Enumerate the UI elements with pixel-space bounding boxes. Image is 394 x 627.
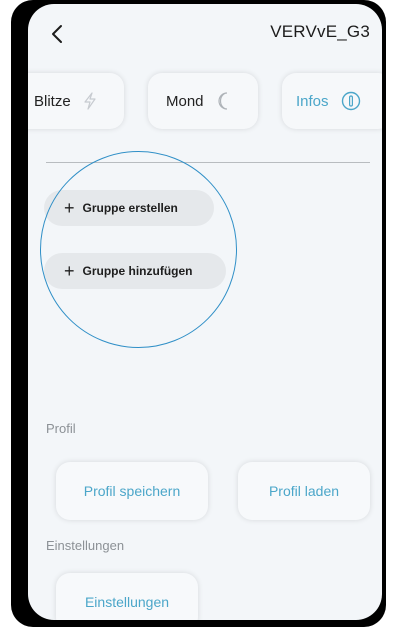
- tab-mond[interactable]: Mond: [148, 73, 258, 129]
- add-group-label: Gruppe hinzufügen: [82, 264, 193, 278]
- profile-section-label: Profil: [46, 421, 76, 436]
- save-profile-button[interactable]: Profil speichern: [56, 462, 208, 520]
- tab-label: Infos: [296, 92, 329, 110]
- app-screen: VERVvE_G3 Blitze Mond Infos + Gruppe ers…: [28, 4, 382, 620]
- tab-infos[interactable]: Infos: [282, 73, 382, 129]
- plus-icon: +: [64, 261, 75, 281]
- settings-button-label: Einstellungen: [84, 594, 170, 610]
- tab-label: Mond: [166, 92, 204, 110]
- create-group-label: Gruppe erstellen: [82, 201, 178, 215]
- add-group-button[interactable]: + Gruppe hinzufügen: [44, 253, 226, 289]
- chevron-left-icon: [52, 25, 62, 43]
- lightning-icon: [83, 92, 97, 110]
- load-profile-button[interactable]: Profil laden: [238, 462, 370, 520]
- info-icon: [341, 91, 361, 111]
- tab-label: Blitze: [34, 92, 71, 110]
- back-button[interactable]: [46, 22, 70, 46]
- divider: [46, 162, 370, 163]
- highlight-circle: [40, 151, 237, 348]
- load-profile-label: Profil laden: [268, 483, 340, 499]
- moon-icon: [216, 91, 232, 111]
- create-group-button[interactable]: + Gruppe erstellen: [44, 190, 214, 226]
- settings-section-label: Einstellungen: [46, 538, 125, 553]
- settings-button[interactable]: Einstellungen: [56, 573, 198, 620]
- tab-blitze[interactable]: Blitze: [28, 73, 124, 129]
- save-profile-label: Profil speichern: [83, 483, 181, 499]
- page-title: VERVvE_G3: [270, 22, 370, 41]
- plus-icon: +: [64, 198, 75, 218]
